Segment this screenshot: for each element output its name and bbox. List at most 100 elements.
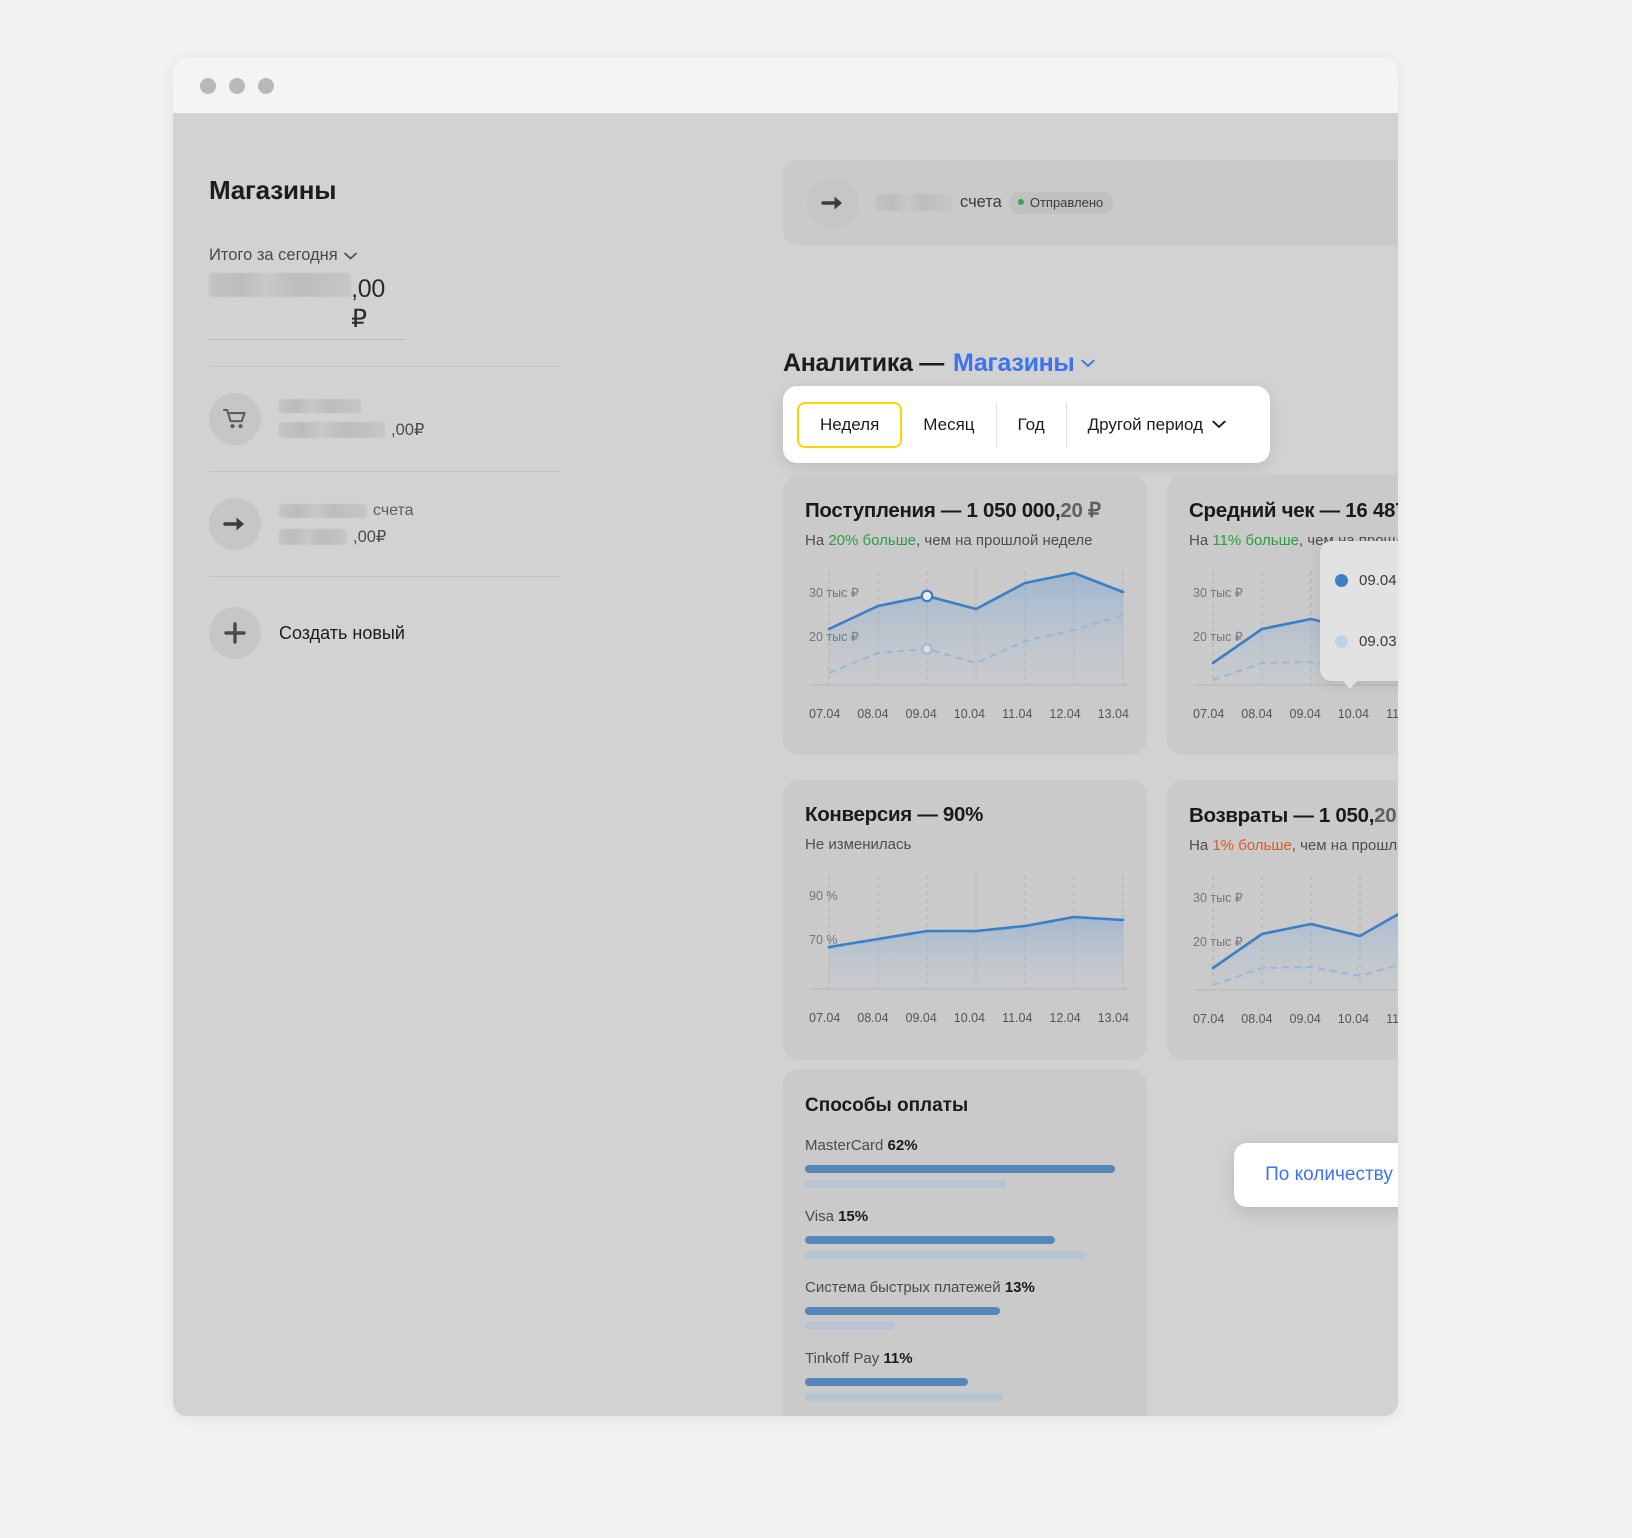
x-tick-label: 09.04	[905, 707, 937, 721]
payment-bar-primary	[805, 1378, 969, 1386]
payment-bar-secondary	[805, 1322, 895, 1330]
payment-bar-primary	[805, 1307, 1001, 1315]
payment-method-row: MasterCard 62%	[805, 1137, 1125, 1188]
total-today-selector[interactable]: Итого за сегодня	[209, 246, 597, 265]
chart-card-vozvraty[interactable]: Возвраты — 1 050,20 ₽ На 1% больше, чем …	[1167, 780, 1398, 1060]
chart-card-konversiya[interactable]: Конверсия — 90% Не изменилась 90 % 70 % …	[783, 780, 1147, 1060]
sidebar-divider-2	[209, 471, 561, 472]
payment-method-name: Tinkoff Pay	[805, 1350, 880, 1367]
x-tick-label: 12.04	[1049, 1011, 1081, 1025]
sidebar: Магазины Итого за сегодня ,00 ₽ ,00₽ сче…	[173, 113, 597, 1416]
chart-area: 30 тыс ₽ 20 тыс ₽ 07.04 08.04 09.04 10.0…	[1185, 872, 1398, 1032]
period-tab-year-label: Год	[1017, 414, 1045, 434]
payment-method-percent: 11%	[883, 1350, 913, 1367]
x-tick-label: 09.04	[905, 1011, 937, 1025]
chart-subtitle: Не изменилась	[805, 836, 1147, 853]
chart-tooltip: 09.04 24 000,32 ₽ 09.03 15 000,32 ₽	[1320, 541, 1398, 689]
chart-subtitle-suffix: , чем на прошлой неделе	[1291, 837, 1398, 854]
status-badge: Отправлено	[1008, 191, 1114, 214]
y-tick-label: 20 тыс ₽	[1193, 935, 1243, 949]
sidebar-account-transfers[interactable]: счета ,00₽	[209, 498, 597, 550]
transaction-row[interactable]: счета Отправлено 1000,00 ₽ Сегодня, 17:0…	[783, 160, 1398, 245]
arrow-right-icon	[209, 498, 261, 550]
x-tick-label: 11.04	[1002, 1011, 1033, 1025]
masked-account-amount-2	[279, 528, 347, 545]
x-tick-label: 09.04	[1289, 1012, 1321, 1026]
x-tick-label: 07.04	[809, 1011, 841, 1025]
chart-subtitle-prefix: Не изменилась	[805, 836, 912, 853]
window-titlebar	[173, 58, 1398, 113]
payment-method-row: Tinkoff Pay 11%	[805, 1350, 1125, 1401]
chart-subtitle-prefix: На	[805, 532, 829, 549]
series-dot-previous-icon	[1335, 634, 1348, 648]
chart-area: 30 тыс ₽ 20 тыс ₽ 07.04 08.04 09.04 10.0…	[801, 567, 1129, 727]
total-today-label: Итого за сегодня	[209, 246, 338, 264]
x-tick-label: 10.04	[953, 1011, 986, 1025]
period-tab-custom[interactable]: Другой период	[1067, 402, 1247, 448]
y-tick-label: 20 тыс ₽	[1193, 630, 1243, 644]
chart-title-main: Возвраты — 1 050,	[1189, 804, 1375, 827]
y-tick-label: 90 %	[809, 889, 838, 903]
period-tab-week[interactable]: Неделя	[797, 401, 903, 448]
chevron-down-icon	[1080, 359, 1095, 368]
x-tick-label: 09.04	[1289, 707, 1321, 721]
analytics-title-prefix: Аналитика —	[783, 349, 944, 377]
transaction-name: счета Отправлено	[875, 191, 1114, 214]
create-new-button[interactable]: Создать новый	[209, 607, 597, 659]
y-tick-label: 30 тыс ₽	[1193, 891, 1243, 905]
x-tick-label: 07.04	[809, 707, 841, 721]
chevron-down-icon	[1212, 420, 1226, 429]
chart-title-kop: 20 ₽	[1374, 804, 1398, 827]
x-tick-label: 10.04	[1337, 707, 1370, 721]
payment-method-label: Система быстрых платежей 13%	[805, 1279, 1125, 1296]
sidebar-account-shop[interactable]: ,00₽	[209, 393, 597, 445]
payment-bar-primary	[805, 1236, 1055, 1244]
x-tick-label: 07.04	[1193, 707, 1225, 721]
x-tick-label: 10.04	[1337, 1012, 1370, 1026]
window-close-button[interactable]	[200, 77, 216, 94]
x-axis-labels: 07.04 08.04 09.04 10.04 11.04 12.04 13.0…	[1193, 707, 1398, 721]
x-tick-label: 10.04	[953, 707, 986, 721]
payment-method-percent: 15%	[838, 1208, 869, 1225]
window-maximize-button[interactable]	[258, 77, 274, 94]
payment-method-row: Visa 15%	[805, 1208, 1125, 1259]
x-tick-label: 07.04	[1193, 1012, 1225, 1026]
x-tick-label: 08.04	[1241, 1012, 1273, 1026]
sidebar-divider	[209, 366, 561, 367]
x-tick-label: 12.04	[1049, 707, 1081, 721]
window-minimize-button[interactable]	[229, 77, 245, 94]
transaction-word: счета	[960, 193, 1002, 211]
analytics-scope-selector[interactable]: Магазины	[953, 349, 1095, 378]
masked-amount	[209, 273, 352, 297]
payment-bar-primary	[805, 1165, 1116, 1173]
total-today-block: Итого за сегодня ,00 ₽	[209, 246, 597, 340]
chart-card-postupleniya[interactable]: Поступления — 1 050 000,20 ₽ На 20% боль…	[783, 475, 1147, 755]
payment-bar-secondary	[805, 1180, 1007, 1188]
payment-method-percent: 13%	[1004, 1279, 1035, 1296]
period-tab-month-label: Месяц	[923, 414, 975, 434]
total-today-value: ,00 ₽	[209, 273, 405, 340]
chart-title-main: Конверсия — 90%	[805, 803, 984, 826]
chart-title: Возвраты — 1 050,20 ₽	[1189, 803, 1398, 828]
status-dot-icon	[1017, 199, 1024, 205]
sidebar-divider-3	[209, 576, 561, 577]
chart-subtitle-delta: 20% больше	[828, 532, 917, 549]
x-tick-label: 13.04	[1097, 707, 1129, 721]
period-tab-month[interactable]: Месяц	[902, 401, 997, 448]
x-axis-labels: 07.04 08.04 09.04 10.04 11.04 12.04 13.0…	[809, 1011, 1129, 1025]
payment-method-label: Tinkoff Pay 11%	[805, 1350, 1125, 1367]
period-tab-year[interactable]: Год	[997, 401, 1067, 448]
masked-account-name	[279, 398, 361, 413]
chart-title: Средний чек — 16 487,14 ₽	[1189, 498, 1398, 523]
chart-subtitle: На 20% больше, чем на прошлой неделе	[805, 532, 1147, 549]
payment-methods-card: Способы оплаты MasterCard 62% Visa 15% С…	[783, 1069, 1147, 1416]
transaction-left: счета Отправлено	[807, 176, 1398, 229]
chart-subtitle-delta: 1% больше	[1212, 837, 1292, 854]
payment-sort-dropdown[interactable]: По количеству	[1234, 1143, 1398, 1207]
x-tick-label: 13.04	[1097, 1011, 1129, 1025]
payment-method-label: MasterCard 62%	[805, 1137, 1125, 1154]
x-tick-label: 11.04	[1386, 707, 1398, 721]
period-segmented-control: Неделя Месяц Год Другой период	[797, 401, 1247, 448]
x-axis-labels: 07.04 08.04 09.04 10.04 11.04 12.04 13.0…	[1193, 1012, 1398, 1026]
cart-icon	[209, 393, 261, 445]
